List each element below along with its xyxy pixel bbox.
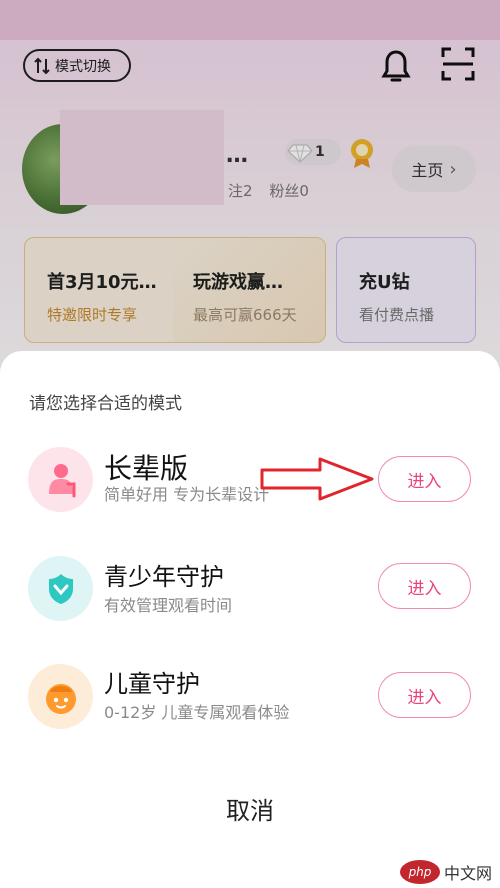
- enter-button-elder[interactable]: 进入: [378, 456, 471, 502]
- mode-title: 儿童守护: [104, 670, 200, 698]
- mode-row-child[interactable]: 儿童守护 0-12岁 儿童专属观看体验 进入: [0, 664, 500, 754]
- teen-shield-icon: [28, 556, 93, 621]
- child-face-icon: [28, 664, 93, 729]
- mode-row-teen[interactable]: 青少年守护 有效管理观看时间 进入: [0, 556, 500, 646]
- mode-subtitle: 0-12岁 儿童专属观看体验: [104, 703, 290, 722]
- mode-row-elder[interactable]: 长辈版 简单好用 专为长辈设计 进入: [0, 447, 500, 537]
- mode-title: 青少年守护: [104, 563, 224, 591]
- elder-person-icon: [28, 447, 93, 512]
- cancel-button[interactable]: 取消: [0, 791, 500, 826]
- mode-subtitle: 有效管理观看时间: [104, 596, 233, 615]
- annotation-arrow-icon: [260, 457, 374, 501]
- mode-select-sheet: 请您选择合适的模式 长辈版 简单好用 专为长辈设计 进入 青少年守护 有效管理观…: [0, 351, 500, 888]
- enter-button-teen[interactable]: 进入: [378, 563, 471, 609]
- mode-subtitle: 简单好用 专为长辈设计: [104, 485, 270, 504]
- site-watermark: php 中文网: [399, 860, 492, 884]
- sheet-title: 请您选择合适的模式: [29, 394, 182, 414]
- php-logo-icon: php: [399, 860, 440, 884]
- watermark-text: 中文网: [443, 864, 492, 883]
- enter-button-child[interactable]: 进入: [378, 672, 471, 718]
